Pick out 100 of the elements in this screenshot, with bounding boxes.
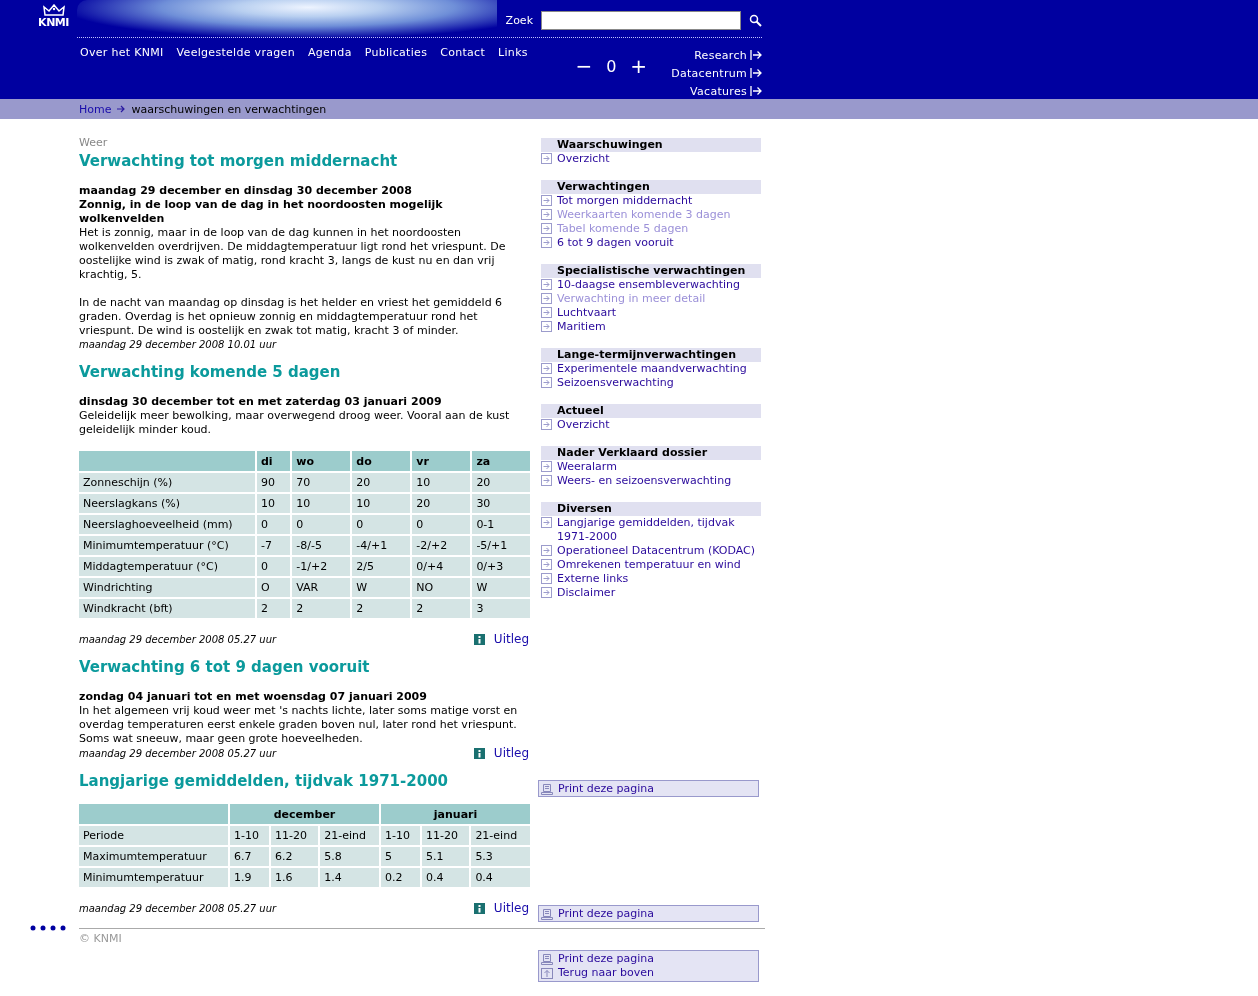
sidebar-heading: Lange-termijnverwachtingen [541, 348, 761, 362]
nav-link[interactable]: Contact [440, 46, 486, 59]
arrow-icon [116, 105, 127, 113]
column-header: vr [411, 451, 472, 472]
table-cell: Minimumtemperatuur [79, 867, 229, 888]
font-size-value: 0 [606, 56, 617, 76]
sidebar-link[interactable]: Langjarige gemiddelden, tijdvak 1971-2000 [557, 516, 761, 544]
table-cell: Zonneschijn (%) [79, 472, 256, 493]
forecast-text: Het is zonnig, maar in de loop van de dag kunnen in het noordoosten wolkenvelden overdrijven. De middagtemperatuur ligt rond het vriespunt. De oostelijke wind is zwak of matig, rond kracht 3, langs de kust nu en dan vrij krachtig, 5. [79, 226, 507, 282]
column-header: do [351, 451, 412, 472]
column-header: di [256, 451, 292, 472]
forecast-heading: Zonnig, in de loop van de dag in het noordoosten mogelijk wolkenvelden [79, 198, 444, 226]
printer-icon [541, 953, 553, 965]
arrow-icon [541, 153, 552, 164]
printer-icon [541, 908, 553, 920]
section-title: Verwachting tot morgen middernacht [79, 152, 399, 170]
explanation-link[interactable]: Uitleg [493, 746, 529, 760]
arrow-icon [541, 419, 552, 430]
arrow-icon [541, 321, 552, 332]
nav-link[interactable]: Veelgestelde vragen [176, 46, 295, 59]
sidebar-link[interactable]: Luchtvaart [557, 306, 617, 320]
table-cell: Windrichting [79, 577, 256, 598]
increase-font-button[interactable]: + [630, 56, 648, 76]
sidebar-heading: Verwachtingen [541, 180, 761, 194]
sidebar-link[interactable]: Weers- en seizoensverwachting [557, 474, 732, 488]
breadcrumb-current: waarschuwingen en verwachtingen [131, 102, 327, 116]
timestamp: maandag 29 december 2008 05.27 uur [79, 747, 277, 760]
column-header: za [471, 451, 530, 472]
forecast-text: In de nacht van maandag op dinsdag is het helder en vriest het gemiddeld 6 graden. Overdag is het opnieuw zonnig en middagtemperatuur rond het vriespunt. De wind is oostelijk en zwak tot matig, kracht 3 of minder. [79, 296, 504, 338]
sidebar-link[interactable]: Overzicht [557, 152, 610, 166]
forecast-text: Geleidelijk meer bewolking, maar overwegend droog weer. Vooral aan de kust geleidelijk minder koud. [79, 409, 511, 437]
arrow-icon [541, 545, 552, 556]
arrow-icon [541, 573, 552, 584]
sidebar-heading: Actueel [541, 404, 761, 418]
table-cell: Maximumtemperatuur [79, 846, 229, 867]
arrow-icon [541, 293, 552, 304]
arrow-icon [541, 237, 552, 248]
crown-icon [42, 4, 65, 16]
column-header: wo [291, 451, 352, 472]
nav-link[interactable]: Publicaties [364, 46, 428, 59]
arrow-icon [541, 307, 552, 318]
timestamp: maandag 29 december 2008 10.01 uur [79, 338, 277, 351]
header-link[interactable]: Vacatures [690, 84, 747, 98]
category-label: Weer [79, 136, 109, 150]
sidebar-link[interactable]: Operationeel Datacentrum (KODAC) [557, 544, 756, 558]
sidebar-link[interactable]: Maritiem [557, 320, 606, 334]
page-action-link[interactable]: Print deze pagina [558, 952, 655, 966]
sidebar-link[interactable]: 10-daagse ensembleverwachting [557, 278, 741, 292]
sidebar-heading: Diversen [541, 502, 761, 516]
arrow-icon [541, 587, 552, 598]
arrow-icon [541, 363, 552, 374]
nav-link[interactable]: Agenda [307, 46, 352, 59]
section-title: Verwachting komende 5 dagen [79, 363, 342, 381]
printer-icon [541, 783, 553, 795]
arrow-icon [541, 461, 552, 472]
arrow-icon [541, 279, 552, 290]
breadcrumb-link[interactable]: Home [79, 102, 112, 116]
sidebar-link[interactable]: Overzicht [557, 418, 610, 432]
section-title: Langjarige gemiddelden, tijdvak 1971-2000 [79, 772, 450, 790]
dots-icon [30, 925, 66, 931]
table-cell: Neerslaghoeveelheid (mm) [79, 514, 256, 535]
explanation-link[interactable]: Uitleg [493, 901, 529, 915]
sidebar-link[interactable]: 6 tot 9 dagen vooruit [557, 236, 674, 250]
decrease-font-button[interactable]: − [575, 56, 593, 76]
sidebar-heading: Waarschuwingen [541, 138, 761, 152]
column-header: januari [380, 804, 530, 825]
up-arrow-icon [541, 967, 553, 979]
header-link[interactable]: Datacentrum [671, 66, 747, 80]
arrow-icon [541, 195, 552, 206]
logo-text[interactable]: KNMI [38, 16, 69, 29]
nav-link[interactable]: Links [498, 46, 528, 59]
sidebar-link[interactable]: Disclaimer [557, 586, 616, 600]
info-icon [473, 633, 485, 645]
sidebar-link[interactable]: Weeralarm [557, 460, 617, 474]
sidebar-link[interactable]: Omrekenen temperatuur en wind [557, 558, 741, 572]
timestamp: maandag 29 december 2008 05.27 uur [79, 633, 277, 646]
explanation-link[interactable]: Uitleg [493, 632, 529, 646]
nav-link[interactable]: Over het KNMI [80, 46, 164, 59]
header-link[interactable]: Research [694, 48, 747, 62]
sidebar-link[interactable]: Experimentele maandverwachting [557, 362, 747, 376]
table-cell: Windkracht (bft) [79, 598, 256, 619]
table-cell: Periode [79, 825, 229, 846]
search-field[interactable] [541, 11, 741, 30]
exit-arrow-icon [750, 50, 762, 60]
table-cell: Minimumtemperatuur (°C) [79, 535, 256, 556]
sidebar-link[interactable]: Seizoensverwachting [557, 376, 674, 390]
search-icon[interactable] [749, 14, 762, 27]
info-icon [473, 747, 485, 759]
sidebar-heading: Nader Verklaard dossier [541, 446, 761, 460]
forecast-heading: maandag 29 december en dinsdag 30 december 2008 [79, 184, 413, 198]
forecast-heading: zondag 04 januari tot en met woensdag 07 januari 2009 [79, 690, 428, 704]
page-action-link[interactable]: Terug naar boven [558, 966, 655, 980]
section-title: Verwachting 6 tot 9 dagen vooruit [79, 658, 371, 676]
sidebar-link[interactable]: Tot morgen middernacht [557, 194, 693, 208]
column-header: december [229, 804, 381, 825]
page-action-link[interactable]: Print deze pagina [558, 782, 655, 796]
info-icon [473, 902, 485, 914]
page-action-link[interactable]: Print deze pagina [558, 907, 655, 921]
exit-arrow-icon [750, 68, 762, 78]
sidebar-link[interactable]: Externe links [557, 572, 629, 586]
